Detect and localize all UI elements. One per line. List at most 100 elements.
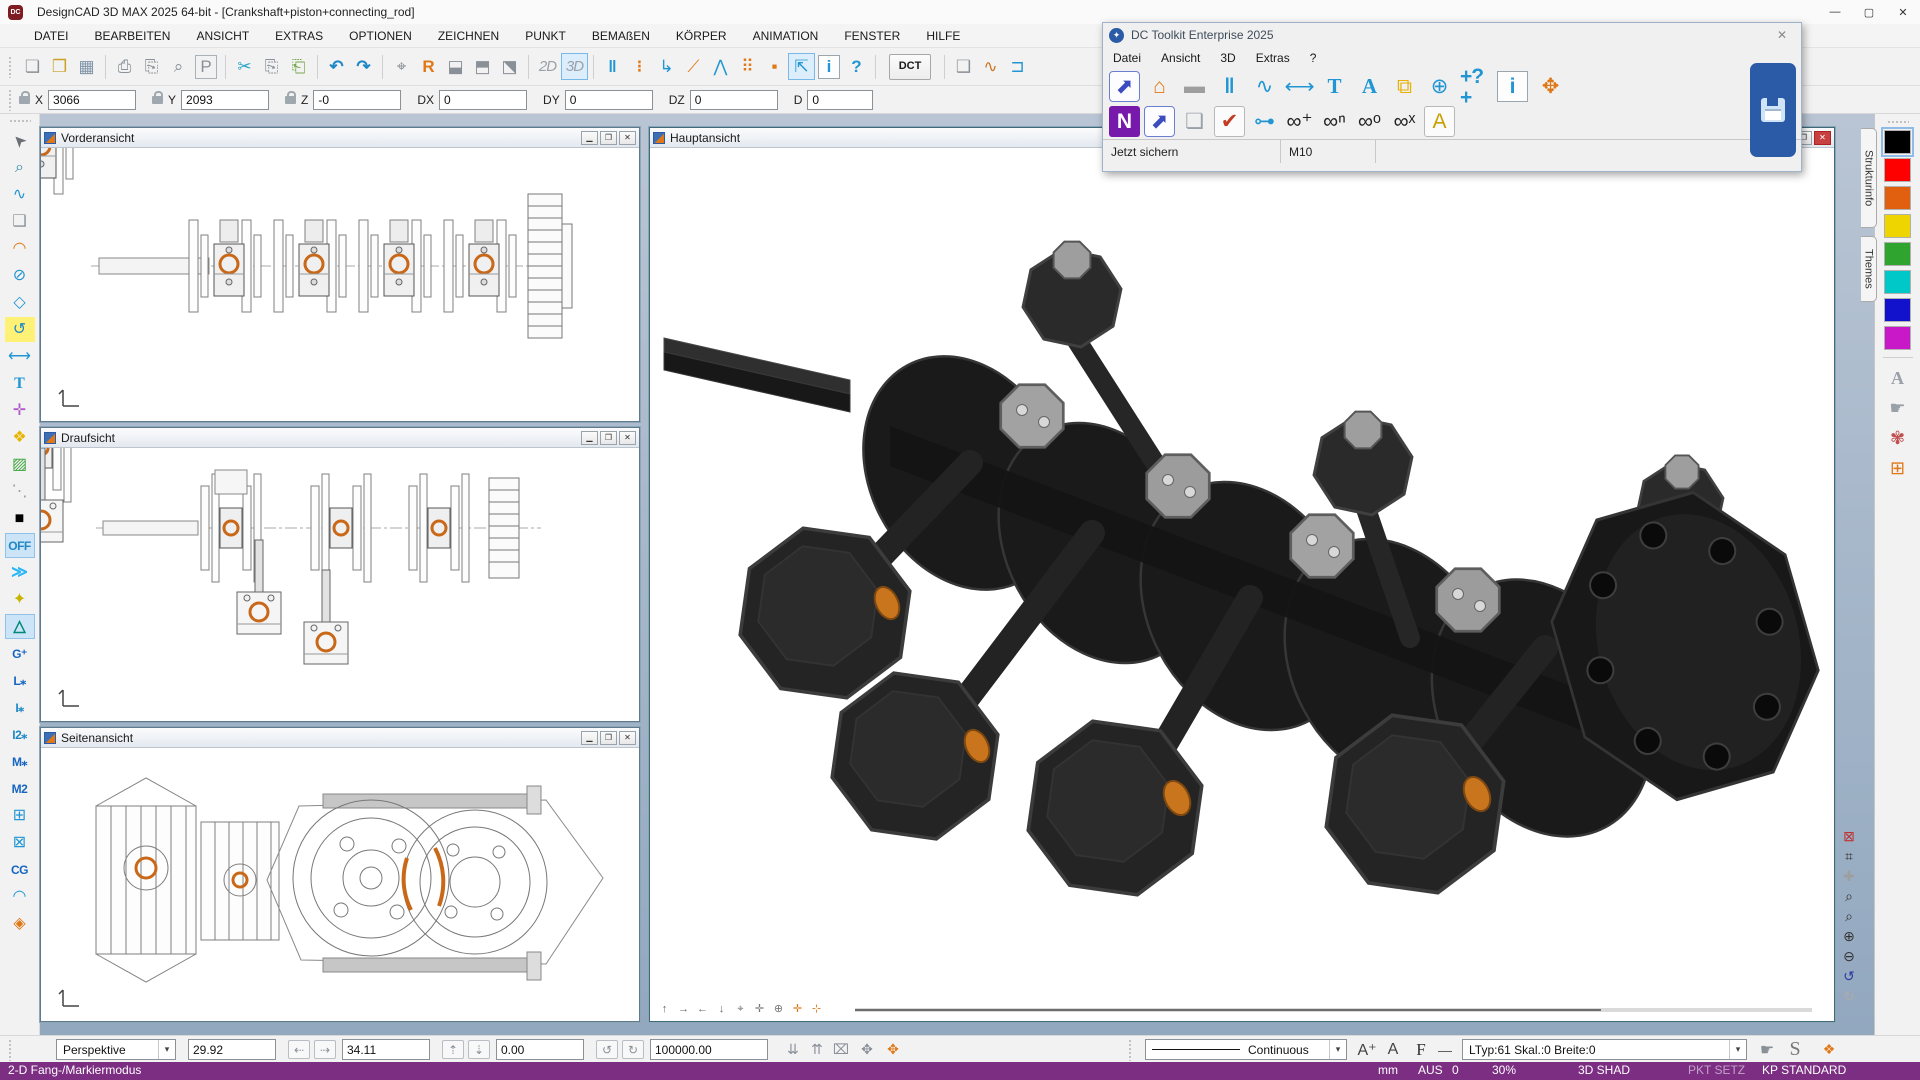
viewport-close-button[interactable]: ✕ bbox=[1814, 131, 1831, 145]
rect-line-icon[interactable]: ⊐ bbox=[1004, 53, 1031, 80]
viewport-main-canvas[interactable]: ↑→←↓⌖✛⊕✛⊹ bbox=[650, 148, 1834, 1021]
dimension-x-icon[interactable]: ⟷ bbox=[1284, 71, 1315, 102]
camera-rotate-cw-icon[interactable]: ↻ bbox=[622, 1040, 644, 1059]
viewport-close-button[interactable]: ✕ bbox=[619, 431, 636, 445]
new-drawing-icon[interactable]: R bbox=[415, 53, 442, 80]
coord-dz-input[interactable] bbox=[690, 90, 778, 110]
viewport-front-titlebar[interactable]: Vorderansicht ▁ ❐ ✕ bbox=[41, 128, 639, 148]
text-t-icon[interactable]: T bbox=[1319, 71, 1350, 102]
zoom-previous-icon[interactable]: ↺ bbox=[1839, 966, 1860, 985]
font-icon[interactable]: A bbox=[1382, 1040, 1404, 1059]
undo-icon[interactable]: ↶ bbox=[323, 53, 350, 80]
view-iso-icon[interactable]: ⬒ bbox=[469, 53, 496, 80]
window-close-button[interactable]: ✕ bbox=[1886, 0, 1920, 24]
linetype-dropdown[interactable]: Continuous ▾ bbox=[1145, 1039, 1347, 1060]
menu-fenster[interactable]: FENSTER bbox=[844, 29, 900, 43]
app-launch-icon[interactable]: ⬈ bbox=[1109, 71, 1140, 102]
style-icon[interactable]: S bbox=[1784, 1040, 1806, 1059]
zoom-extents-icon[interactable]: ⌕ bbox=[1839, 886, 1860, 905]
toolkit-menu-ansicht[interactable]: Ansicht bbox=[1161, 51, 1200, 65]
open-file-icon[interactable]: ❒ bbox=[46, 53, 73, 80]
hand-select-icon[interactable]: ☛ bbox=[1756, 1040, 1778, 1059]
polyline-icon[interactable]: ∿ bbox=[5, 182, 35, 207]
toolkit-menu-3d[interactable]: 3D bbox=[1220, 51, 1235, 65]
snap-intersect-icon[interactable]: I⁎ bbox=[5, 695, 35, 720]
link-onenote-icon[interactable]: ∞ⁿ bbox=[1319, 106, 1350, 137]
copy-format-icon[interactable]: ⊞ bbox=[1884, 455, 1912, 481]
cut-icon[interactable]: ✂ bbox=[231, 53, 258, 80]
off-button[interactable]: OFF bbox=[5, 533, 35, 558]
viewport-close-button[interactable]: ✕ bbox=[619, 131, 636, 145]
camera-axes-icon[interactable]: ✥ bbox=[856, 1040, 878, 1059]
diamond-icon[interactable]: ◇ bbox=[5, 290, 35, 315]
move-up-layers-icon[interactable]: ⇈ bbox=[806, 1040, 828, 1059]
window-minimize-button[interactable]: — bbox=[1818, 0, 1852, 24]
link-remove-icon[interactable]: ∞ˣ bbox=[1389, 106, 1420, 137]
status-render-mode[interactable]: 3D SHAD bbox=[1578, 1063, 1630, 1077]
print-export-icon[interactable]: ⎘ bbox=[138, 53, 165, 80]
help-plus-icon[interactable]: +?+ bbox=[1459, 71, 1490, 102]
tab-themes[interactable]: Themes bbox=[1861, 236, 1877, 302]
viewport-side-titlebar[interactable]: Seitenansicht ▁ ❐ ✕ bbox=[41, 728, 639, 748]
target-compass-icon[interactable]: ⊕ bbox=[1424, 71, 1455, 102]
toolkit-menu-extras[interactable]: Extras bbox=[1256, 51, 1290, 65]
menu-koerper[interactable]: KÖRPER bbox=[676, 29, 727, 43]
viewport-minimize-button[interactable]: ▁ bbox=[581, 431, 598, 445]
coordbar-grip[interactable] bbox=[8, 89, 13, 111]
save-icon[interactable]: ▦ bbox=[73, 53, 100, 80]
view-front-icon[interactable]: ⬓ bbox=[442, 53, 469, 80]
status-kp-standard[interactable]: KP STANDARD bbox=[1762, 1063, 1846, 1077]
zoom-out-icon[interactable]: ⊖ bbox=[1839, 946, 1860, 965]
page-setup-icon[interactable]: P bbox=[195, 55, 217, 79]
camera-pan-right-icon[interactable]: ⇢ bbox=[314, 1040, 336, 1059]
viewport-restore-button[interactable]: ❐ bbox=[600, 431, 617, 445]
print-preview-icon[interactable]: ⌕ bbox=[165, 53, 192, 80]
viewport-front-canvas[interactable] bbox=[41, 148, 639, 421]
cube-icon[interactable]: ❑ bbox=[950, 53, 977, 80]
color-black-swatch[interactable]: ■ bbox=[5, 506, 35, 531]
context-help-icon[interactable]: ? bbox=[843, 53, 870, 80]
toolkit-menu-help[interactable]: ? bbox=[1310, 51, 1317, 65]
grid-line-icon[interactable]: ⊠ bbox=[5, 830, 35, 855]
swatch-black[interactable] bbox=[1884, 130, 1911, 154]
mode-3d-icon[interactable]: 3D bbox=[561, 53, 588, 80]
label-settings-icon[interactable]: A bbox=[1424, 106, 1455, 137]
angle-line-icon[interactable]: ⟋ bbox=[680, 53, 707, 80]
camera-axes-icon[interactable]: ✛ bbox=[789, 1002, 806, 1017]
swatch-magenta[interactable] bbox=[1884, 326, 1911, 350]
bottombar-grip[interactable] bbox=[8, 1039, 13, 1061]
polyline-icon[interactable]: ∿ bbox=[1249, 71, 1280, 102]
horizontal-scrollbar[interactable] bbox=[855, 1008, 1812, 1012]
window-maximize-button[interactable]: ▢ bbox=[1852, 0, 1886, 24]
viewport-close-button[interactable]: ✕ bbox=[619, 731, 636, 745]
layers-icon[interactable]: ⧉ bbox=[1389, 71, 1420, 102]
linetype-grip[interactable] bbox=[1128, 1039, 1133, 1061]
circle-icon[interactable]: ⊘ bbox=[5, 263, 35, 288]
mindmap-icon[interactable]: ⊶ bbox=[1249, 106, 1280, 137]
dashed-line-icon[interactable]: ⋱ bbox=[5, 479, 35, 504]
info-icon[interactable]: i bbox=[818, 55, 840, 79]
status-zoom[interactable]: 30% bbox=[1492, 1063, 1516, 1077]
camera-angle-input[interactable] bbox=[188, 1039, 276, 1060]
zoom-window-icon[interactable]: ⌕ bbox=[1839, 906, 1860, 925]
snap-gravity-icon[interactable]: G⁺ bbox=[5, 641, 35, 666]
dct-button[interactable]: DCT bbox=[889, 54, 931, 80]
viewport-minimize-button[interactable]: ▁ bbox=[581, 131, 598, 145]
point-cloud-icon[interactable]: ◈ bbox=[5, 911, 35, 936]
copy-icon[interactable]: ⎘ bbox=[258, 53, 285, 80]
mode-2d-icon[interactable]: 2D bbox=[534, 53, 561, 80]
viewport-restore-button[interactable]: ❐ bbox=[600, 131, 617, 145]
toolkit-menu-datei[interactable]: Datei bbox=[1113, 51, 1141, 65]
crosshair-icon[interactable]: ✛ bbox=[5, 398, 35, 423]
snap-cg-icon[interactable]: CG bbox=[5, 857, 35, 882]
camera-roll-input[interactable] bbox=[496, 1039, 584, 1060]
dimension-icon[interactable]: ⟷ bbox=[5, 344, 35, 369]
menu-extras[interactable]: EXTRAS bbox=[275, 29, 323, 43]
lock-z-icon[interactable] bbox=[285, 96, 296, 104]
camera-target-icon[interactable]: ✥ bbox=[882, 1040, 904, 1059]
redo-icon[interactable]: ↷ bbox=[350, 53, 377, 80]
toolkit-titlebar[interactable]: ✦ DC Toolkit Enterprise 2025 ✕ bbox=[1103, 23, 1801, 47]
menu-datei[interactable]: DATEI bbox=[34, 29, 68, 43]
pause-icon[interactable]: ‖ bbox=[599, 53, 626, 80]
coord-dx-input[interactable] bbox=[439, 90, 527, 110]
